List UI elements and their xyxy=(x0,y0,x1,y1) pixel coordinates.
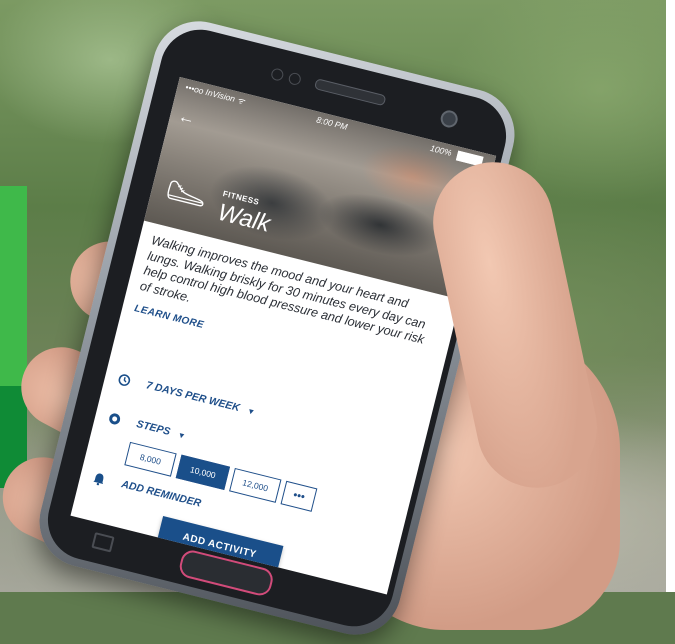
step-goal-options: 8,000 10,000 12,000 ••• xyxy=(124,441,318,512)
metric-value: STEPS xyxy=(135,418,172,439)
battery-label: 100% xyxy=(429,142,453,158)
chevron-down-icon: ▼ xyxy=(246,405,257,417)
add-reminder-label: ADD REMINDER xyxy=(120,478,203,510)
clock-icon xyxy=(116,371,133,388)
step-option-8000[interactable]: 8,000 xyxy=(124,441,177,477)
frequency-value: 7 DAYS PER WEEK xyxy=(144,379,241,415)
earpiece-speaker xyxy=(313,78,387,107)
bell-icon xyxy=(91,470,108,487)
green-accent-block xyxy=(0,186,27,386)
sensor-icon xyxy=(270,67,285,82)
frequency-selector[interactable]: 7 DAYS PER WEEK ▼ xyxy=(116,371,257,419)
page-edge-strip xyxy=(666,0,675,592)
recent-apps-icon[interactable] xyxy=(91,532,115,553)
more-options-button[interactable]: ••• xyxy=(280,480,318,512)
target-icon xyxy=(106,410,123,427)
front-camera-icon xyxy=(438,108,460,130)
sensor-icon xyxy=(287,71,303,87)
metric-selector[interactable]: STEPS ▼ xyxy=(106,410,187,443)
chevron-down-icon: ▼ xyxy=(176,429,187,441)
step-option-12000[interactable]: 12,000 xyxy=(229,467,282,503)
step-option-10000[interactable]: 10,000 xyxy=(175,454,231,491)
